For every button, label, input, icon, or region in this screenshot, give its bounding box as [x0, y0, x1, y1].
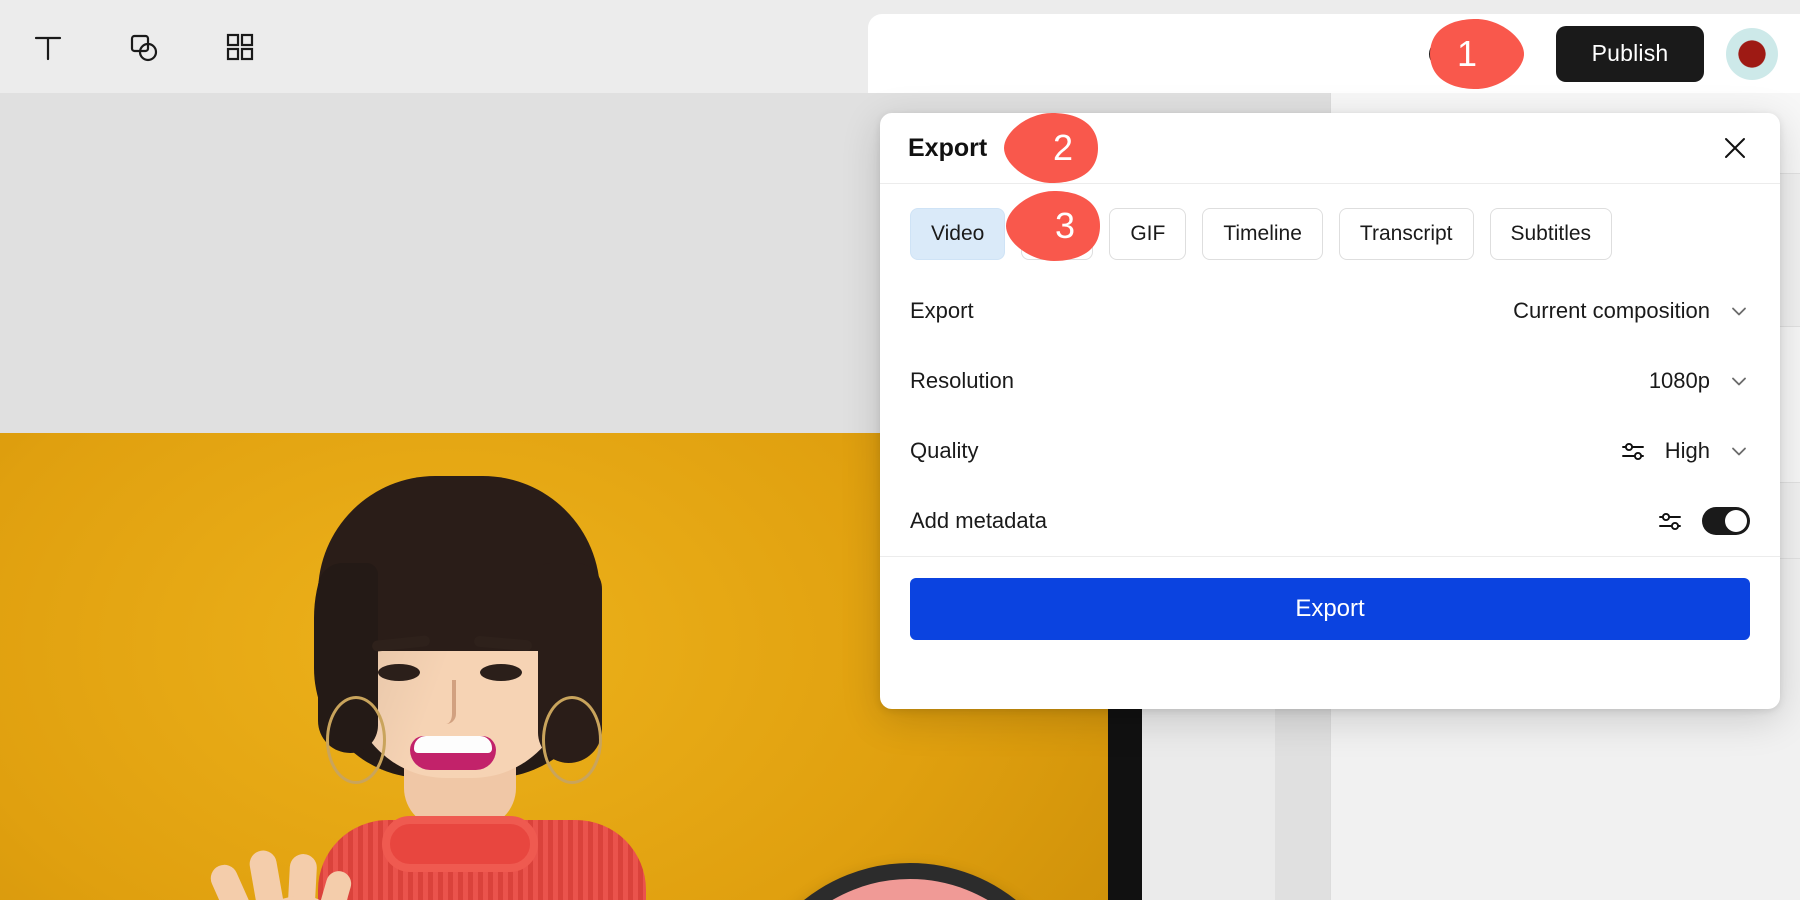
resolution-value: 1080p	[1648, 368, 1710, 393]
publish-button[interactable]: Publish	[1556, 25, 1704, 82]
text-tool-button[interactable]	[0, 0, 96, 93]
close-x-icon[interactable]	[1714, 127, 1756, 169]
text-T-icon	[31, 30, 65, 64]
add-metadata-label: Add metadata	[910, 508, 1047, 533]
add-metadata-toggle[interactable]	[1702, 507, 1750, 535]
annotation-marker-1: 1	[1424, 16, 1528, 92]
tab-timeline[interactable]: Timeline	[1202, 208, 1323, 260]
setting-row-export-scope: Export Current composition	[910, 276, 1750, 346]
tab-video[interactable]: Video	[910, 208, 1006, 260]
export-dialog-footer: Export	[880, 556, 1780, 664]
add-metadata-control[interactable]	[1656, 507, 1750, 535]
grid-apps-icon	[224, 31, 256, 63]
quality-label: Quality	[910, 438, 979, 463]
sliders-settings-icon[interactable]	[1656, 507, 1684, 535]
quality-control[interactable]: High	[1619, 437, 1750, 465]
chevron-down-icon	[1728, 300, 1750, 322]
user-avatar[interactable]	[1726, 27, 1778, 80]
person-graphic	[206, 468, 702, 900]
setting-row-quality: Quality High	[910, 416, 1750, 486]
annotation-marker-2: 2	[1000, 110, 1104, 186]
annotation-marker-3: 3	[1002, 188, 1106, 264]
tab-transcript[interactable]: Transcript	[1338, 208, 1474, 260]
shapes-icon	[126, 29, 162, 65]
shapes-tool-button[interactable]	[96, 0, 192, 93]
elements-tool-button[interactable]	[192, 0, 288, 93]
export-scope-value: Current composition	[1513, 298, 1710, 323]
app-root: Publish sh Export Video GIF Timeline Tra…	[0, 0, 1800, 900]
setting-row-resolution: Resolution 1080p	[910, 346, 1750, 416]
sliders-settings-icon[interactable]	[1619, 437, 1647, 465]
tab-gif[interactable]: GIF	[1109, 208, 1187, 260]
export-scope-label: Export	[910, 298, 974, 323]
marker-1-number: 1	[1456, 33, 1478, 74]
export-dialog-title: Export	[908, 133, 988, 162]
chevron-down-icon	[1728, 370, 1750, 392]
top-header-panel: Publish	[868, 14, 1800, 93]
resolution-label: Resolution	[910, 368, 1014, 393]
export-scope-control[interactable]: Current composition	[1513, 298, 1750, 324]
marker-3-number: 3	[1054, 205, 1076, 246]
resolution-control[interactable]: 1080p	[1649, 368, 1750, 394]
tab-subtitles[interactable]: Subtitles	[1489, 208, 1613, 260]
chevron-down-icon	[1728, 440, 1750, 462]
export-submit-button[interactable]: Export	[910, 578, 1750, 640]
left-toolbar	[0, 0, 868, 93]
setting-row-add-metadata: Add metadata	[910, 486, 1750, 556]
marker-2-number: 2	[1052, 127, 1074, 168]
quality-value: High	[1664, 438, 1710, 463]
